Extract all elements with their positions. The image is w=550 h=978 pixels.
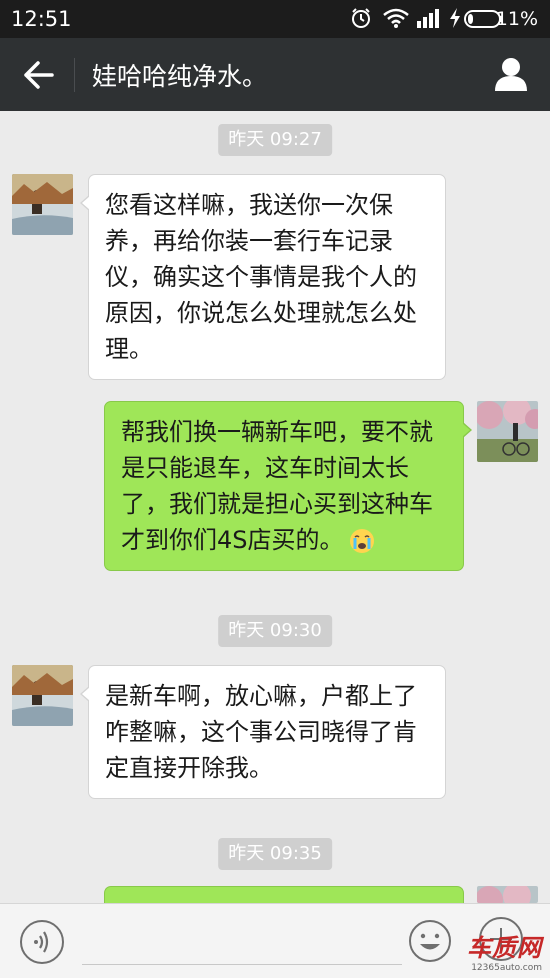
status-bar: 12:51 11% xyxy=(0,0,550,38)
message-timestamp: 昨天 09:27 xyxy=(218,124,332,156)
incoming-message[interactable]: 您看这样嘛，我送你一次保养，再给你装一套行车记录仪，确实这个事情是我个人的原因，… xyxy=(80,174,446,380)
user-avatar[interactable] xyxy=(477,401,538,462)
message-timestamp: 昨天 09:35 xyxy=(218,838,332,870)
battery-percentage: 11% xyxy=(495,8,538,30)
header-divider xyxy=(74,58,75,92)
user-avatar[interactable] xyxy=(477,886,538,903)
message-timestamp: 昨天 09:30 xyxy=(218,615,332,647)
voice-icon[interactable] xyxy=(19,919,65,965)
chat-header: 娃哈哈纯净水。 xyxy=(0,38,550,111)
watermark-logo: 车质网 xyxy=(467,934,542,962)
alarm-icon xyxy=(352,8,370,28)
wifi-icon xyxy=(383,8,409,28)
watermark: 车质网 12365auto.com xyxy=(467,928,542,973)
crying-face-icon xyxy=(349,529,374,553)
message-input[interactable] xyxy=(82,964,402,965)
input-bar: 车质网 12365auto.com xyxy=(0,903,550,978)
contact-avatar[interactable] xyxy=(12,174,73,235)
emoji-icon[interactable] xyxy=(408,919,452,963)
back-arrow-icon[interactable] xyxy=(22,60,54,90)
signal-icon xyxy=(417,9,439,28)
status-time: 12:51 xyxy=(11,7,72,31)
outgoing-message-text: 帮我们换一辆新车吧，要不就是只能退车，这车时间太长了，我们就是担心买到这种车才到… xyxy=(121,418,433,554)
charging-icon xyxy=(450,8,460,28)
outgoing-message[interactable]: 帮我们换一辆新车吧，要不就是只能退车，这车时间太长了，我们就是担心买到这种车才到… xyxy=(104,401,472,571)
contact-avatar[interactable] xyxy=(12,665,73,726)
watermark-url: 12365auto.com xyxy=(471,963,542,973)
incoming-message[interactable]: 是新车啊，放心嘛，户都上了咋整嘛，这个事公司晓得了肯定直接开除我。 xyxy=(80,665,446,799)
profile-icon[interactable] xyxy=(494,56,528,92)
chat-title: 娃哈哈纯净水。 xyxy=(92,62,268,91)
